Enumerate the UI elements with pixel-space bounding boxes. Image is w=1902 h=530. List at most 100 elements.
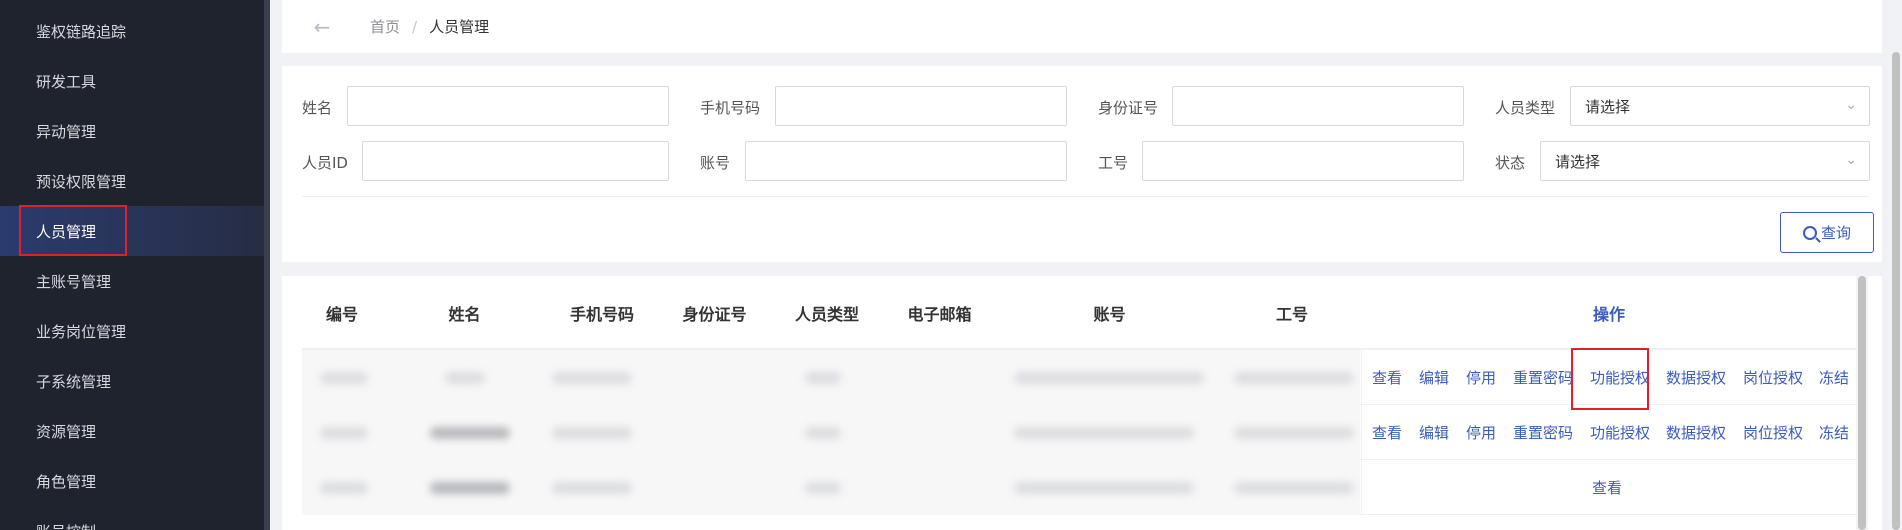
account-label: 账号 xyxy=(700,154,731,172)
redacted-row-content xyxy=(302,405,1360,460)
sidebar-item-label: 角色管理 xyxy=(36,472,97,491)
breadcrumb: ← 首页 / 人员管理 xyxy=(282,0,1882,53)
arrow-left-icon[interactable]: ← xyxy=(302,7,342,47)
table-header: 编号 姓名 手机号码 身份证号 人员类型 电子邮箱 账号 工号 操作 xyxy=(302,276,1856,350)
account-field-label: 账号 xyxy=(700,152,730,173)
data-auth-link[interactable]: 数据授权 xyxy=(1666,405,1726,460)
account-input[interactable] xyxy=(745,141,1067,181)
redacted-cell xyxy=(445,372,485,384)
breadcrumb-separator: / xyxy=(412,17,418,36)
sidebar-item-label: 鉴权链路追踪 xyxy=(36,22,127,41)
status-field-label: 状态 xyxy=(1495,152,1525,173)
redacted-cell xyxy=(805,482,841,494)
sidebar-item-label: 业务岗位管理 xyxy=(36,322,127,341)
page-scrollbar[interactable] xyxy=(1890,0,1902,530)
personid-field-label: 人员ID xyxy=(302,152,348,173)
column-header-id: 编号 xyxy=(325,305,358,324)
edit-link[interactable]: 编辑 xyxy=(1419,350,1449,405)
sidebar-item-subsystem[interactable]: 子系统管理 xyxy=(0,356,264,406)
sidebar-item-main-account[interactable]: 主账号管理 xyxy=(0,256,264,306)
page-scrollbar-thumb[interactable] xyxy=(1892,52,1900,530)
search-button[interactable]: 查询 xyxy=(1780,212,1874,253)
sidebar-item-label: 人员管理 xyxy=(36,222,97,241)
redacted-row-content xyxy=(302,460,1360,515)
post-auth-link[interactable]: 岗位授权 xyxy=(1743,405,1803,460)
sidebar-item-dev-tools[interactable]: 研发工具 xyxy=(0,56,264,106)
personnel-table: 编号 姓名 手机号码 身份证号 人员类型 电子邮箱 账号 工号 操作 查看 编辑 xyxy=(282,276,1882,530)
sidebar-item-personnel[interactable]: 人员管理 xyxy=(0,206,264,256)
column-header-phone: 手机号码 xyxy=(569,305,634,324)
edit-link[interactable]: 编辑 xyxy=(1419,405,1449,460)
function-auth-link[interactable]: 功能授权 xyxy=(1590,350,1650,405)
sidebar-item-business-post[interactable]: 业务岗位管理 xyxy=(0,306,264,356)
idcard-input[interactable] xyxy=(1172,86,1464,126)
redacted-cell xyxy=(552,482,632,494)
search-panel: 姓名 手机号码 身份证号 人员类型 请选择 ⌄ 人员ID 账号 工号 状态 请选… xyxy=(282,66,1882,262)
sidebar-item-label: 账号控制 xyxy=(36,521,96,530)
phone-input[interactable] xyxy=(775,86,1067,126)
column-header-type: 人员类型 xyxy=(794,305,859,324)
column-header-name: 姓名 xyxy=(448,305,481,324)
breadcrumb-home[interactable]: 首页 xyxy=(370,16,400,37)
table-scrollbar-thumb[interactable] xyxy=(1858,276,1866,530)
chevron-down-icon: ⌄ xyxy=(1845,152,1857,168)
job-number-input[interactable] xyxy=(1142,141,1464,181)
sidebar-item-roles[interactable]: 角色管理 xyxy=(0,456,264,506)
redacted-cell xyxy=(320,372,368,384)
redacted-cell xyxy=(1234,482,1354,494)
freeze-link[interactable]: 冻结 xyxy=(1819,405,1849,460)
sidebar-item-preset-permissions[interactable]: 预设权限管理 xyxy=(0,156,264,206)
row-actions: 查看 xyxy=(1361,460,1856,515)
data-auth-link[interactable]: 数据授权 xyxy=(1666,350,1726,405)
row-actions: 查看 编辑 停用 重置密码 功能授权 数据授权 岗位授权 冻结 xyxy=(1361,405,1856,460)
idcard-field-label: 身份证号 xyxy=(1098,97,1158,118)
name-input[interactable] xyxy=(347,86,669,126)
sidebar-item-label: 异动管理 xyxy=(36,122,97,141)
redacted-cell xyxy=(1234,372,1354,384)
column-header-idcard: 身份证号 xyxy=(682,305,747,324)
status-value: 请选择 xyxy=(1555,152,1601,171)
redacted-cell xyxy=(1014,482,1194,494)
redacted-cell xyxy=(1014,372,1204,384)
search-button-label: 查询 xyxy=(1820,224,1851,242)
search-icon xyxy=(1802,225,1817,240)
post-auth-link[interactable]: 岗位授权 xyxy=(1743,350,1803,405)
view-link[interactable]: 查看 xyxy=(1592,460,1622,515)
redacted-cell xyxy=(430,482,510,494)
sidebar: 鉴权链路追踪 研发工具 异动管理 预设权限管理 人员管理 主账号管理 业务岗位管… xyxy=(0,0,264,530)
disable-link[interactable]: 停用 xyxy=(1466,350,1496,405)
person-id-input[interactable] xyxy=(362,141,669,181)
sidebar-item-resources[interactable]: 资源管理 xyxy=(0,406,264,456)
sidebar-item-label: 预设权限管理 xyxy=(36,172,127,191)
sidebar-item-label: 子系统管理 xyxy=(36,372,112,391)
reset-password-link[interactable]: 重置密码 xyxy=(1513,405,1573,460)
table-scrollbar[interactable] xyxy=(1856,276,1868,530)
redacted-cell xyxy=(552,427,632,439)
status-select[interactable]: 请选择 ⌄ xyxy=(1540,141,1870,181)
column-header-account: 账号 xyxy=(1093,305,1126,324)
reset-password-link[interactable]: 重置密码 xyxy=(1513,350,1573,405)
main-content: ← 首页 / 人员管理 姓名 手机号码 身份证号 人员类型 请选择 ⌄ 人员ID… xyxy=(270,0,1902,530)
redacted-cell xyxy=(1234,427,1354,439)
person-type-value: 请选择 xyxy=(1585,97,1631,116)
row-actions: 查看 编辑 停用 重置密码 功能授权 数据授权 岗位授权 冻结 xyxy=(1361,350,1856,405)
sidebar-item-change-mgmt[interactable]: 异动管理 xyxy=(0,106,264,156)
status-label: 状态 xyxy=(1495,154,1526,172)
freeze-link[interactable]: 冻结 xyxy=(1819,350,1849,405)
table-row: 查看 xyxy=(302,460,1856,515)
sidebar-item-account-control[interactable]: 账号控制 xyxy=(0,506,264,530)
phone-label: 手机号码 xyxy=(700,99,761,117)
view-link[interactable]: 查看 xyxy=(1372,405,1402,460)
table-row: 查看 编辑 停用 重置密码 功能授权 数据授权 岗位授权 冻结 xyxy=(302,350,1856,405)
sidebar-item-auth-trace[interactable]: 鉴权链路追踪 xyxy=(0,6,264,56)
type-label: 人员类型 xyxy=(1495,99,1556,117)
sidebar-item-label: 主账号管理 xyxy=(36,272,112,291)
disable-link[interactable]: 停用 xyxy=(1466,405,1496,460)
view-link[interactable]: 查看 xyxy=(1372,350,1402,405)
redacted-cell xyxy=(430,427,510,439)
name-field-label: 姓名 xyxy=(302,97,332,118)
person-type-select[interactable]: 请选择 ⌄ xyxy=(1570,86,1870,126)
type-field-label: 人员类型 xyxy=(1495,97,1555,118)
jobno-field-label: 工号 xyxy=(1098,152,1128,173)
function-auth-link[interactable]: 功能授权 xyxy=(1590,405,1650,460)
